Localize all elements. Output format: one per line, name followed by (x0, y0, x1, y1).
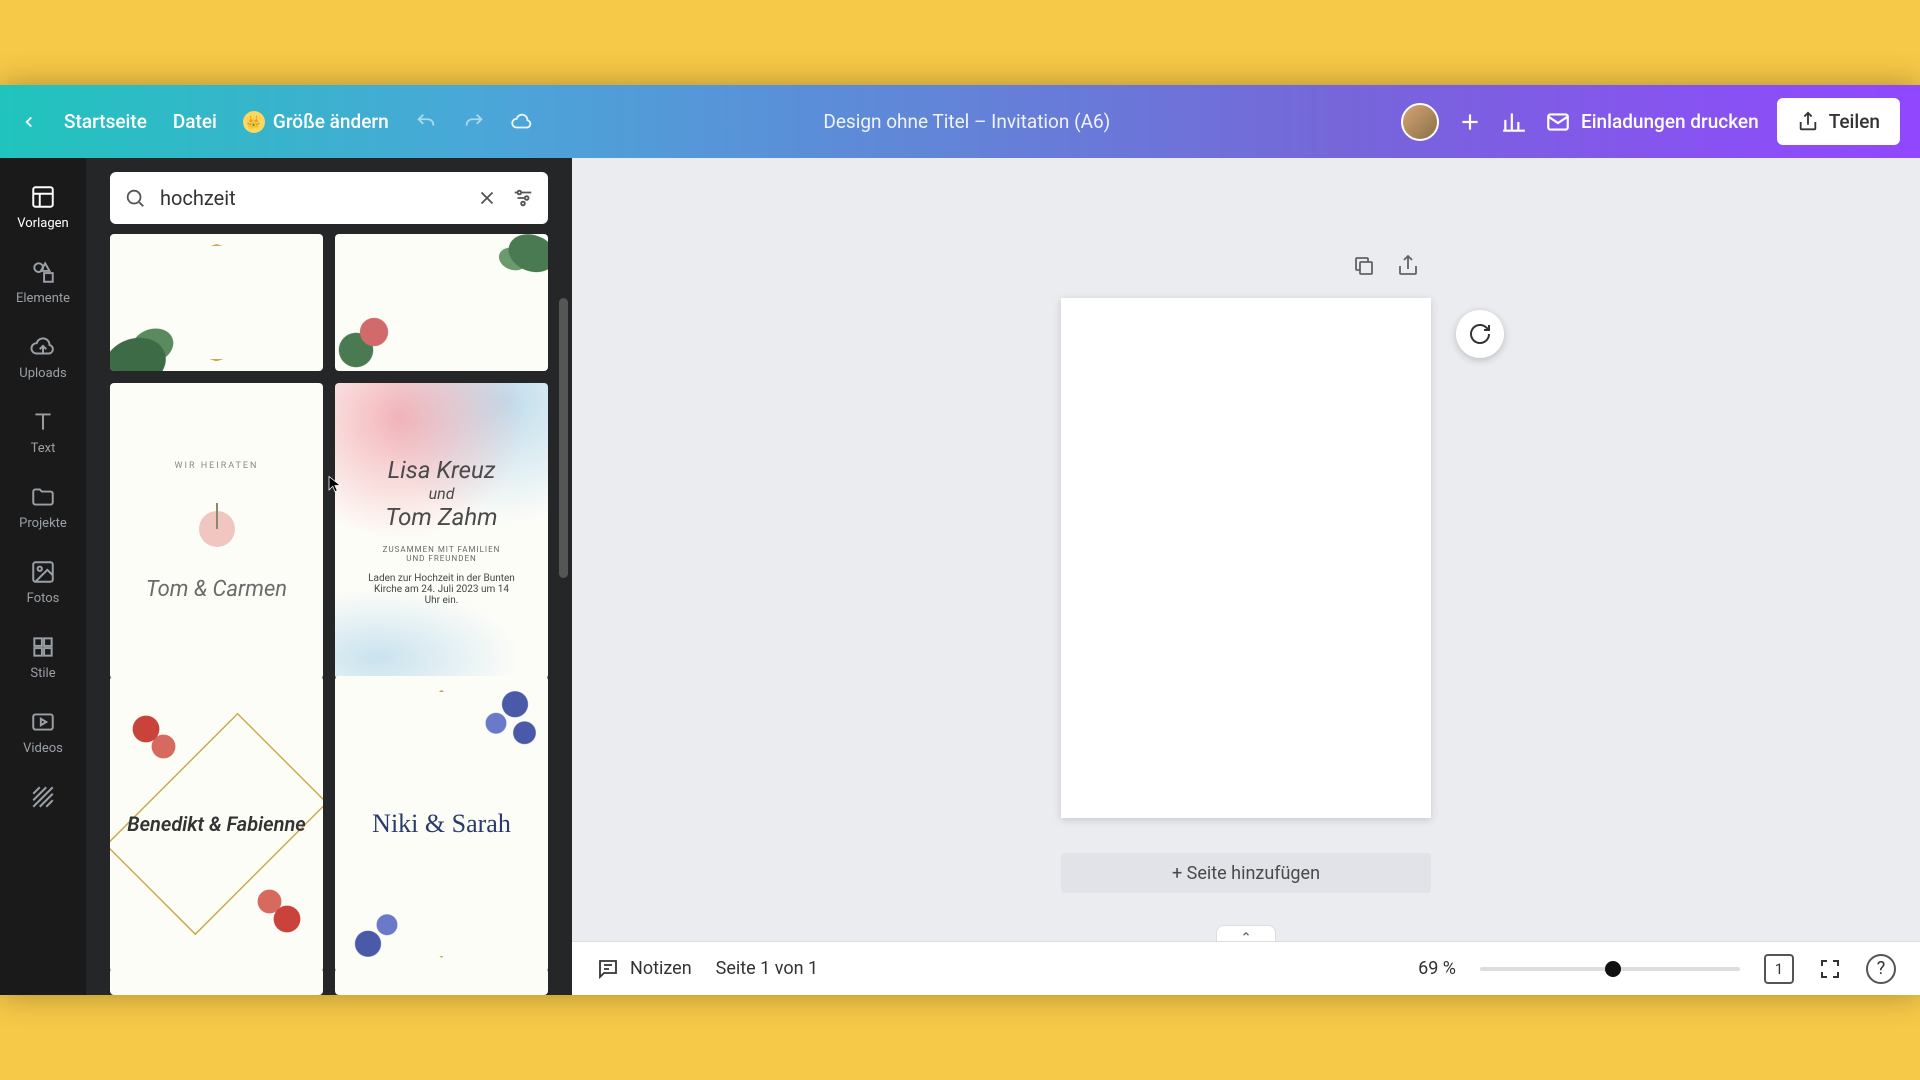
templates-grid[interactable]: WIR HEIRATEN Tom & Carmen Lisa Kreuz und… (86, 234, 572, 995)
page-tools (1352, 254, 1420, 278)
rail-styles-label: Stile (30, 666, 55, 681)
home-link[interactable]: Startseite (64, 110, 147, 133)
mail-icon (1545, 109, 1571, 135)
rail-styles[interactable]: Stile (0, 620, 86, 695)
template-card[interactable] (110, 968, 323, 995)
redo-icon[interactable] (463, 111, 485, 133)
rail-uploads-label: Uploads (19, 366, 66, 381)
templates-panel: WIR HEIRATEN Tom & Carmen Lisa Kreuz und… (86, 158, 572, 995)
cloud-sync-icon[interactable] (511, 111, 533, 133)
template-card[interactable] (335, 234, 548, 371)
notes-icon (596, 957, 620, 981)
footer-bar: Notizen Seite 1 von 1 69 % 1 ? (572, 941, 1920, 995)
template-card[interactable]: WIR HEIRATEN Tom & Carmen (110, 383, 323, 679)
duplicate-page-icon[interactable] (1352, 254, 1376, 278)
rail-templates[interactable]: Vorlagen (0, 170, 86, 245)
template-card[interactable] (335, 968, 548, 995)
styles-icon (30, 634, 56, 660)
notes-button[interactable]: Notizen (596, 957, 692, 981)
rail-videos-label: Videos (23, 741, 63, 756)
print-button[interactable]: Einladungen drucken (1545, 109, 1759, 135)
elements-icon (30, 259, 56, 285)
videos-icon (30, 709, 56, 735)
document-title[interactable]: Design ohne Titel – Invitation (A6) (823, 110, 1110, 133)
add-page-button[interactable]: + Seite hinzufügen (1061, 853, 1431, 893)
zoom-slider[interactable] (1480, 967, 1740, 971)
crown-icon: 👑 (243, 111, 265, 133)
canvas-area: + Seite hinzufügen Notizen Seite 1 von 1… (572, 158, 1920, 995)
template-card[interactable]: Lisa Kreuz und Tom Zahm ZUSAMMEN MIT FAM… (335, 383, 548, 679)
side-rail: Vorlagen Elemente Uploads Text Projekte … (0, 158, 86, 995)
clear-icon[interactable] (476, 187, 498, 209)
rail-projects[interactable]: Projekte (0, 470, 86, 545)
template-card[interactable] (110, 234, 323, 371)
top-header: Startseite Datei 👑 Größe ändern Design o… (0, 85, 1920, 158)
fullscreen-icon[interactable] (1818, 957, 1842, 981)
projects-icon (30, 484, 56, 510)
rail-photos-label: Fotos (27, 591, 60, 606)
page-drawer-icon[interactable] (1216, 925, 1276, 941)
back-icon[interactable] (20, 113, 38, 131)
file-menu[interactable]: Datei (173, 110, 217, 133)
template-card[interactable]: Benedikt & Fabienne (110, 676, 323, 972)
share-button[interactable]: Teilen (1777, 98, 1900, 145)
photos-icon (30, 559, 56, 585)
templates-icon (30, 184, 56, 210)
share-label: Teilen (1829, 110, 1880, 133)
add-member-icon[interactable] (1457, 109, 1483, 135)
user-avatar[interactable] (1401, 103, 1439, 141)
help-button[interactable]: ? (1866, 954, 1896, 984)
print-label: Einladungen drucken (1581, 110, 1759, 133)
zoom-label: 69 % (1418, 958, 1456, 979)
resize-button[interactable]: 👑 Größe ändern (243, 110, 389, 133)
rail-videos[interactable]: Videos (0, 695, 86, 770)
rail-elements-label: Elemente (16, 291, 70, 306)
refresh-button[interactable] (1456, 310, 1504, 358)
filter-icon[interactable] (512, 187, 534, 209)
uploads-icon (30, 334, 56, 360)
share-icon (1797, 111, 1819, 133)
rail-text-label: Text (31, 441, 56, 456)
canvas-page[interactable] (1061, 298, 1431, 818)
search-row (110, 172, 548, 224)
panel-scrollbar[interactable] (559, 298, 568, 578)
page-count[interactable]: 1 (1764, 954, 1794, 984)
rail-uploads[interactable]: Uploads (0, 320, 86, 395)
undo-icon[interactable] (415, 111, 437, 133)
rail-background[interactable] (0, 770, 86, 824)
rail-elements[interactable]: Elemente (0, 245, 86, 320)
template-card[interactable]: Niki & Sarah (335, 676, 548, 972)
export-page-icon[interactable] (1396, 254, 1420, 278)
background-icon (30, 784, 56, 810)
zoom-thumb[interactable] (1605, 961, 1621, 977)
text-icon (30, 409, 56, 435)
rail-text[interactable]: Text (0, 395, 86, 470)
insights-icon[interactable] (1501, 109, 1527, 135)
resize-label: Größe ändern (273, 110, 389, 133)
refresh-icon (1468, 322, 1492, 346)
rail-photos[interactable]: Fotos (0, 545, 86, 620)
rail-projects-label: Projekte (19, 516, 67, 531)
page-indicator: Seite 1 von 1 (716, 958, 818, 979)
search-input[interactable] (160, 186, 462, 210)
rail-templates-label: Vorlagen (17, 216, 68, 231)
search-icon (124, 187, 146, 209)
